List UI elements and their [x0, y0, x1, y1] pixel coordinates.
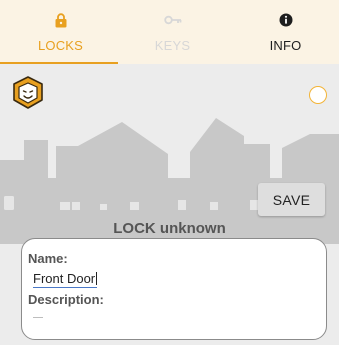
text-caret [96, 272, 98, 285]
lock-details-form: Name: Front Door Description: [21, 238, 327, 340]
name-input[interactable]: Front Door [33, 271, 98, 288]
key-icon [163, 12, 182, 28]
lion-logo-icon [13, 76, 43, 109]
tab-label: LOCKS [37, 38, 84, 53]
lock-status-indicator [309, 86, 327, 104]
description-label: Description: [28, 292, 104, 307]
description-input[interactable] [33, 317, 43, 318]
save-button[interactable]: SAVE [258, 183, 325, 216]
lock-title: LOCK unknown [113, 220, 226, 237]
padlock-icon [55, 12, 67, 28]
tab-locks[interactable]: LOCKS [4, 0, 117, 64]
name-label: Name: [28, 251, 68, 266]
tab-keys[interactable]: KEYS [116, 0, 229, 64]
tab-bar: LOCKS KEYS INFO [0, 0, 339, 64]
name-value: Front Door [33, 271, 96, 286]
info-icon [279, 12, 293, 28]
tab-info[interactable]: INFO [229, 0, 339, 64]
tab-label: INFO [269, 38, 302, 53]
tab-label: KEYS [154, 38, 191, 53]
